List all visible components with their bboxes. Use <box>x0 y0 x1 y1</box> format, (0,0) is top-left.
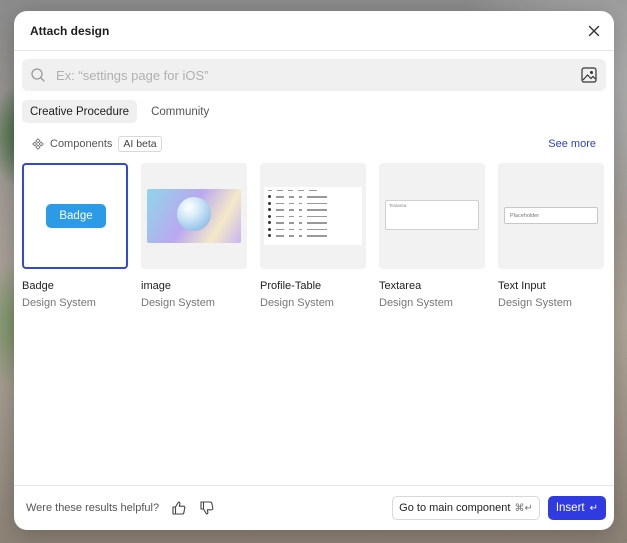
thumbs-up-icon[interactable] <box>171 500 187 516</box>
feedback-prompt: Were these results helpful? <box>26 502 160 514</box>
dialog-footer: Were these results helpful? Go to main c… <box>14 485 614 530</box>
badge-preview: Badge <box>46 204 106 228</box>
see-more-link[interactable]: See more <box>548 138 596 150</box>
textarea-preview: Textarea <box>385 200 479 230</box>
card-name: Badge <box>22 280 54 292</box>
image-preview <box>147 189 241 243</box>
dialog-header: Attach design <box>14 11 614 51</box>
card-source: Design System <box>379 297 453 309</box>
card-source: Design System <box>22 297 96 309</box>
tab-community[interactable]: Community <box>143 100 217 123</box>
enter-key-icon: ↵ <box>589 502 598 514</box>
search-bar <box>22 59 606 91</box>
component-card-textarea[interactable]: Textarea Textarea Design System <box>379 163 485 309</box>
components-section-header: Components AI beta See more <box>32 135 596 153</box>
ai-beta-badge: AI beta <box>118 136 162 152</box>
component-grid: Badge Badge Design System image Design S… <box>22 163 604 309</box>
component-card-profile-table[interactable]: Profile-Table Design System <box>260 163 366 309</box>
card-thumbnail: Badge <box>22 163 128 269</box>
search-icon <box>31 68 45 82</box>
component-card-text-input[interactable]: Placeholder Text Input Design System <box>498 163 604 309</box>
table-preview <box>264 187 362 245</box>
go-to-main-component-button[interactable]: Go to main component ⌘↵ <box>392 496 540 520</box>
insert-label: Insert <box>555 502 585 514</box>
close-icon <box>588 25 600 36</box>
card-name: Text Input <box>498 280 546 292</box>
card-thumbnail <box>260 163 366 269</box>
component-card-image[interactable]: image Design System <box>141 163 247 309</box>
attach-design-dialog: Attach design Creative Procedure Communi… <box>14 11 614 530</box>
card-source: Design System <box>260 297 334 309</box>
thumbs-down-icon[interactable] <box>199 500 215 516</box>
dialog-title: Attach design <box>30 23 110 38</box>
card-thumbnail <box>141 163 247 269</box>
card-thumbnail: Placeholder <box>498 163 604 269</box>
search-input[interactable] <box>56 67 580 83</box>
card-source: Design System <box>141 297 215 309</box>
go-to-main-component-label: Go to main component <box>399 502 511 514</box>
source-tabs: Creative Procedure Community <box>22 100 217 123</box>
text-input-preview: Placeholder <box>504 207 598 224</box>
close-button[interactable] <box>586 23 602 39</box>
tab-creative-procedure[interactable]: Creative Procedure <box>22 100 138 123</box>
go-to-shortcut: ⌘↵ <box>514 502 533 514</box>
card-source: Design System <box>498 297 572 309</box>
card-thumbnail: Textarea <box>379 163 485 269</box>
component-card-badge[interactable]: Badge Badge Design System <box>22 163 128 309</box>
card-name: Textarea <box>379 280 422 292</box>
insert-button[interactable]: Insert ↵ <box>547 496 606 520</box>
card-name: Profile-Table <box>260 280 322 292</box>
components-icon <box>32 138 44 150</box>
section-label: Components <box>50 138 113 150</box>
card-name: image <box>141 280 171 292</box>
image-search-button[interactable] <box>580 66 598 84</box>
